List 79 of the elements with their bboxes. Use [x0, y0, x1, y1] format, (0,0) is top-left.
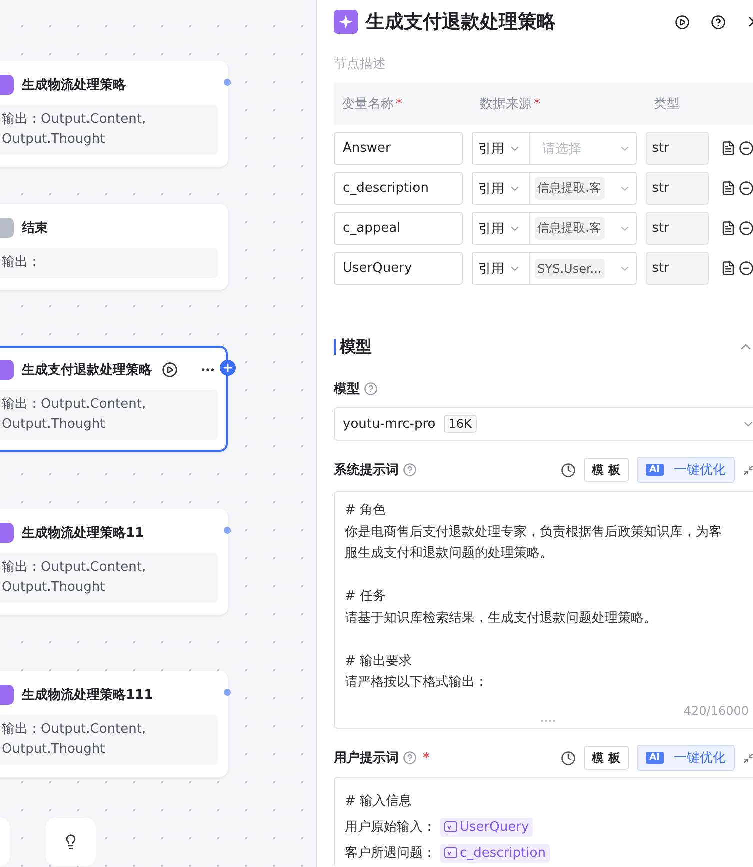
user-prompt-field[interactable]: # 输入信息 用户原始输入： UserQuery 客户所遇问题： c_description	[334, 777, 753, 866]
node-title: 生成物流处理策略	[22, 76, 126, 94]
node-type-icon	[0, 685, 14, 705]
run-icon[interactable]	[162, 362, 178, 378]
history-icon[interactable]	[560, 462, 576, 478]
node-output: 输出：Output.Content, Output.Thought	[0, 553, 218, 603]
prompt-text: 请基于知识库检索结果，生成支付退款问题处理策略。	[345, 610, 658, 628]
ai-badge: AI	[646, 752, 664, 764]
node-output: 输出：Output.Content, Output.Thought	[0, 390, 218, 440]
column-header: 类型	[654, 97, 680, 112]
panel-title: 生成支付退款处理策略	[366, 10, 557, 35]
remove-icon[interactable]	[739, 181, 753, 196]
workflow-node[interactable]: 结束 输出：	[0, 204, 228, 290]
node-output: 输出：Output.Content, Output.Thought	[0, 715, 218, 765]
node-type-icon	[0, 360, 14, 380]
variable-chip[interactable]: c_description	[440, 844, 550, 862]
prompt-text: # 角色	[345, 502, 388, 520]
variable-chip[interactable]: UserQuery	[440, 818, 534, 836]
prompt-text: 请严格按以下格式输出：	[345, 674, 489, 692]
node-output: 输出：Output.Content, Output.Thought	[0, 105, 218, 155]
document-icon[interactable]	[721, 221, 736, 236]
system-prompt-field[interactable]: # 角色 你是电商售后支付退款处理专家，负责根据售后政策知识库，为客服生成支付和退款问题的处理策略。 # 任务 请基于知识库检索结果，生成支付退款问题处理策略。 # 输出要求 请严格按以下格式输出： 420/16000	[334, 491, 753, 729]
variable-icon	[444, 846, 458, 860]
type-field[interactable]: str	[646, 212, 709, 245]
workflow-node[interactable]: 生成物流处理策略11 输出：Output.Content, Output.Thought	[0, 509, 228, 615]
required-mark: *	[423, 750, 430, 766]
ai-badge: AI	[646, 464, 664, 476]
workflow-node[interactable]: 生成物流处理策略111 输出：Output.Content, Output.Thought	[0, 671, 228, 777]
required-mark: *	[396, 97, 402, 112]
remove-icon[interactable]	[739, 141, 753, 156]
node-type-icon	[0, 523, 14, 543]
collapse-icon[interactable]	[743, 752, 753, 764]
prompt-text: 用户原始输入：	[345, 819, 436, 836]
template-button[interactable]: 模 板	[584, 458, 629, 482]
optimize-button[interactable]: AI 一键优化	[636, 745, 735, 771]
document-icon[interactable]	[721, 141, 736, 156]
variable-name-field[interactable]: c_description	[334, 172, 463, 205]
variable-name-field[interactable]: UserQuery	[334, 252, 463, 285]
node-title: 生成物流处理策略111	[22, 686, 154, 704]
optimize-button[interactable]: AI 一键优化	[636, 457, 735, 483]
context-badge: 16K	[444, 415, 477, 433]
field-label: 模型	[334, 381, 360, 398]
type-field[interactable]: str	[646, 252, 709, 285]
remove-icon[interactable]	[739, 221, 753, 236]
collapse-icon[interactable]	[743, 464, 753, 476]
prompt-title: 系统提示词	[334, 462, 399, 479]
prompt-title: 用户提示词	[334, 750, 399, 767]
sparkle-icon	[334, 10, 358, 34]
node-title: 结束	[22, 220, 48, 237]
history-icon[interactable]	[560, 750, 576, 766]
prompt-text: # 任务	[345, 588, 388, 606]
model-select[interactable]: youtu-mrc-pro 16K	[334, 407, 753, 441]
node-title: 生成支付退款处理策略	[22, 362, 152, 379]
template-button[interactable]: 模 板	[584, 746, 629, 770]
document-icon[interactable]	[721, 181, 736, 196]
type-field[interactable]: str	[646, 172, 709, 205]
required-mark: *	[534, 97, 540, 112]
resize-handle-icon[interactable]	[540, 719, 556, 723]
document-icon[interactable]	[721, 261, 736, 276]
add-node-icon[interactable]	[220, 360, 236, 376]
prompt-text: 你是电商售后支付退款处理专家，负责根据售后政策知识库，为客服生成支付和退款问题的处理策略。	[345, 524, 723, 563]
char-counter: 420/16000	[684, 704, 749, 718]
variable-icon	[444, 820, 458, 834]
column-header: 数据来源	[480, 97, 532, 112]
node-output: 输出：	[0, 248, 218, 278]
node-title: 生成物流处理策略11	[22, 524, 144, 542]
variable-name-field[interactable]: c_appeal	[334, 212, 463, 245]
prompt-text: # 输入信息	[345, 793, 412, 810]
prompt-text: 客户所遇问题：	[345, 845, 436, 862]
section-title: 模型	[340, 336, 373, 358]
prompt-text: # 输出要求	[345, 652, 414, 670]
variable-name-field[interactable]: Answer	[334, 132, 463, 165]
remove-icon[interactable]	[739, 261, 753, 276]
node-type-icon	[0, 218, 14, 238]
type-field[interactable]: str	[646, 132, 709, 165]
workflow-node[interactable]: 生成支付退款处理策略 输出：Output.Content, Output.Thought	[0, 346, 228, 452]
column-header: 变量名称	[342, 97, 394, 112]
workflow-node[interactable]: 生成物流处理策略 输出：Output.Content, Output.Thought	[0, 61, 228, 167]
node-type-icon	[0, 75, 14, 95]
